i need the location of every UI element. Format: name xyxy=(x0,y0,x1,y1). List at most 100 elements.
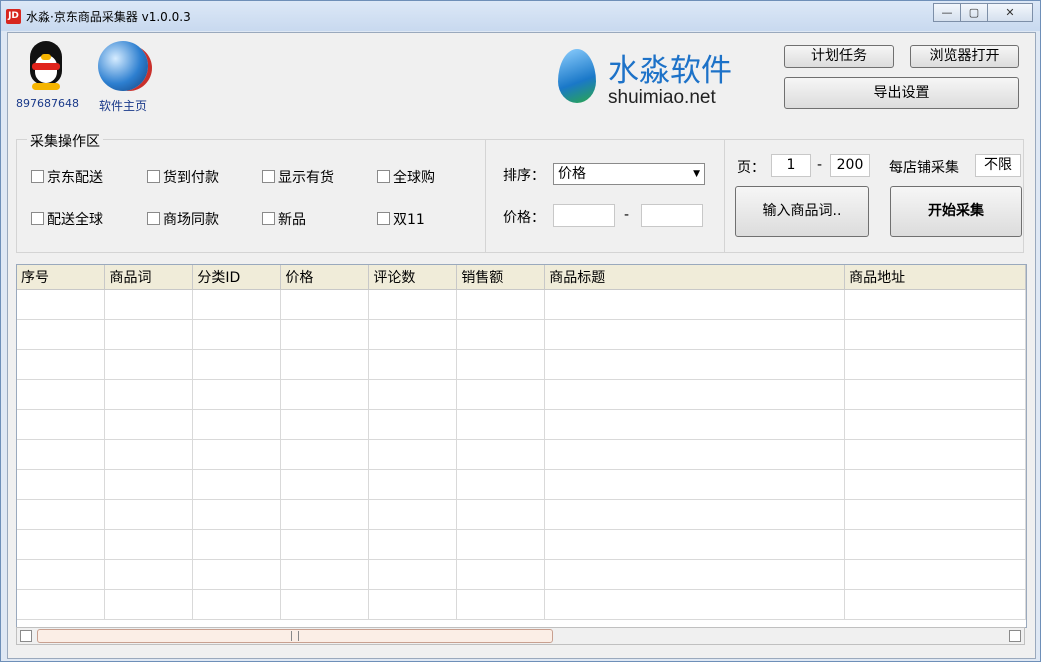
table-cell[interactable] xyxy=(456,289,546,320)
horizontal-scrollbar[interactable] xyxy=(16,627,1025,645)
table-cell[interactable] xyxy=(17,289,106,320)
table-cell[interactable] xyxy=(456,469,546,500)
export-settings-button[interactable]: 导出设置 xyxy=(784,77,1019,109)
table-cell[interactable] xyxy=(456,409,546,440)
table-cell[interactable] xyxy=(844,289,1026,320)
table-row[interactable] xyxy=(17,349,1026,380)
table-cell[interactable] xyxy=(192,499,282,530)
table-row[interactable] xyxy=(17,409,1026,440)
table-cell[interactable] xyxy=(192,349,282,380)
table-cell[interactable] xyxy=(280,529,370,560)
table-cell[interactable] xyxy=(17,439,106,470)
table-cell[interactable] xyxy=(17,319,106,350)
table-row[interactable] xyxy=(17,319,1026,350)
table-cell[interactable] xyxy=(456,349,546,380)
input-keywords-button[interactable]: 输入商品词.. xyxy=(735,186,869,237)
price-max-input[interactable] xyxy=(641,204,703,227)
table-cell[interactable] xyxy=(17,529,106,560)
results-table[interactable]: 序号 商品词 分类ID 价格 评论数 销售额 商品标题 商品地址 xyxy=(16,264,1027,628)
scroll-left-button[interactable] xyxy=(20,630,32,642)
table-cell[interactable] xyxy=(844,499,1026,530)
checkbox-box[interactable] xyxy=(31,212,44,225)
checkbox-box[interactable] xyxy=(377,212,390,225)
sort-select[interactable]: 价格 ▼ xyxy=(553,163,705,185)
table-cell[interactable] xyxy=(544,409,846,440)
scroll-thumb[interactable] xyxy=(37,629,553,643)
table-cell[interactable] xyxy=(104,379,194,410)
table-cell[interactable] xyxy=(368,439,458,470)
checkbox-box[interactable] xyxy=(31,170,44,183)
table-row[interactable] xyxy=(17,589,1026,620)
checkbox-box[interactable] xyxy=(147,170,160,183)
table-cell[interactable] xyxy=(192,409,282,440)
table-cell[interactable] xyxy=(368,379,458,410)
table-cell[interactable] xyxy=(192,469,282,500)
table-cell[interactable] xyxy=(17,349,106,380)
table-cell[interactable] xyxy=(844,379,1026,410)
maximize-button[interactable]: ▢ xyxy=(960,3,988,22)
table-cell[interactable] xyxy=(280,469,370,500)
table-cell[interactable] xyxy=(104,499,194,530)
table-cell[interactable] xyxy=(104,409,194,440)
table-cell[interactable] xyxy=(844,439,1026,470)
table-cell[interactable] xyxy=(280,589,370,620)
table-cell[interactable] xyxy=(192,379,282,410)
close-button[interactable]: ✕ xyxy=(987,3,1033,22)
table-cell[interactable] xyxy=(280,409,370,440)
table-cell[interactable] xyxy=(104,589,194,620)
title-bar[interactable]: JD 水淼·京东商品采集器 v1.0.0.3 — ▢ ✕ xyxy=(1,1,1040,31)
table-cell[interactable] xyxy=(544,499,846,530)
table-cell[interactable] xyxy=(456,589,546,620)
table-cell[interactable] xyxy=(192,289,282,320)
checkbox-box[interactable] xyxy=(377,170,390,183)
table-cell[interactable] xyxy=(17,409,106,440)
table-cell[interactable] xyxy=(280,499,370,530)
table-cell[interactable] xyxy=(544,319,846,350)
table-cell[interactable] xyxy=(192,589,282,620)
table-cell[interactable] xyxy=(844,559,1026,590)
table-cell[interactable] xyxy=(368,559,458,590)
table-cell[interactable] xyxy=(544,289,846,320)
table-row[interactable] xyxy=(17,499,1026,530)
table-row[interactable] xyxy=(17,559,1026,590)
table-cell[interactable] xyxy=(17,379,106,410)
table-cell[interactable] xyxy=(280,559,370,590)
table-cell[interactable] xyxy=(192,529,282,560)
table-row[interactable] xyxy=(17,379,1026,410)
checkbox-box[interactable] xyxy=(262,170,275,183)
table-cell[interactable] xyxy=(280,319,370,350)
table-cell[interactable] xyxy=(844,349,1026,380)
table-row[interactable] xyxy=(17,529,1026,560)
table-cell[interactable] xyxy=(544,379,846,410)
table-cell[interactable] xyxy=(17,559,106,590)
start-collect-button[interactable]: 开始采集 xyxy=(890,186,1022,237)
table-cell[interactable] xyxy=(368,349,458,380)
table-cell[interactable] xyxy=(104,529,194,560)
globe-icon[interactable] xyxy=(98,41,148,91)
table-cell[interactable] xyxy=(844,469,1026,500)
table-cell[interactable] xyxy=(544,559,846,590)
table-cell[interactable] xyxy=(104,439,194,470)
table-cell[interactable] xyxy=(456,529,546,560)
table-cell[interactable] xyxy=(456,559,546,590)
software-homepage[interactable]: 软件主页 xyxy=(88,39,158,114)
table-cell[interactable] xyxy=(280,439,370,470)
page-to-input[interactable]: 200 xyxy=(830,154,870,177)
table-cell[interactable] xyxy=(368,319,458,350)
price-min-input[interactable] xyxy=(553,204,615,227)
table-cell[interactable] xyxy=(544,529,846,560)
table-cell[interactable] xyxy=(104,289,194,320)
table-row[interactable] xyxy=(17,439,1026,470)
checkbox-box[interactable] xyxy=(147,212,160,225)
table-cell[interactable] xyxy=(368,469,458,500)
table-cell[interactable] xyxy=(104,559,194,590)
table-cell[interactable] xyxy=(368,289,458,320)
table-cell[interactable] xyxy=(368,499,458,530)
table-cell[interactable] xyxy=(17,469,106,500)
column-header[interactable]: 销售额 xyxy=(456,265,546,290)
table-cell[interactable] xyxy=(17,499,106,530)
scroll-right-button[interactable] xyxy=(1009,630,1021,642)
column-header[interactable]: 商品词 xyxy=(104,265,194,290)
table-cell[interactable] xyxy=(104,469,194,500)
page-from-input[interactable]: 1 xyxy=(771,154,811,177)
